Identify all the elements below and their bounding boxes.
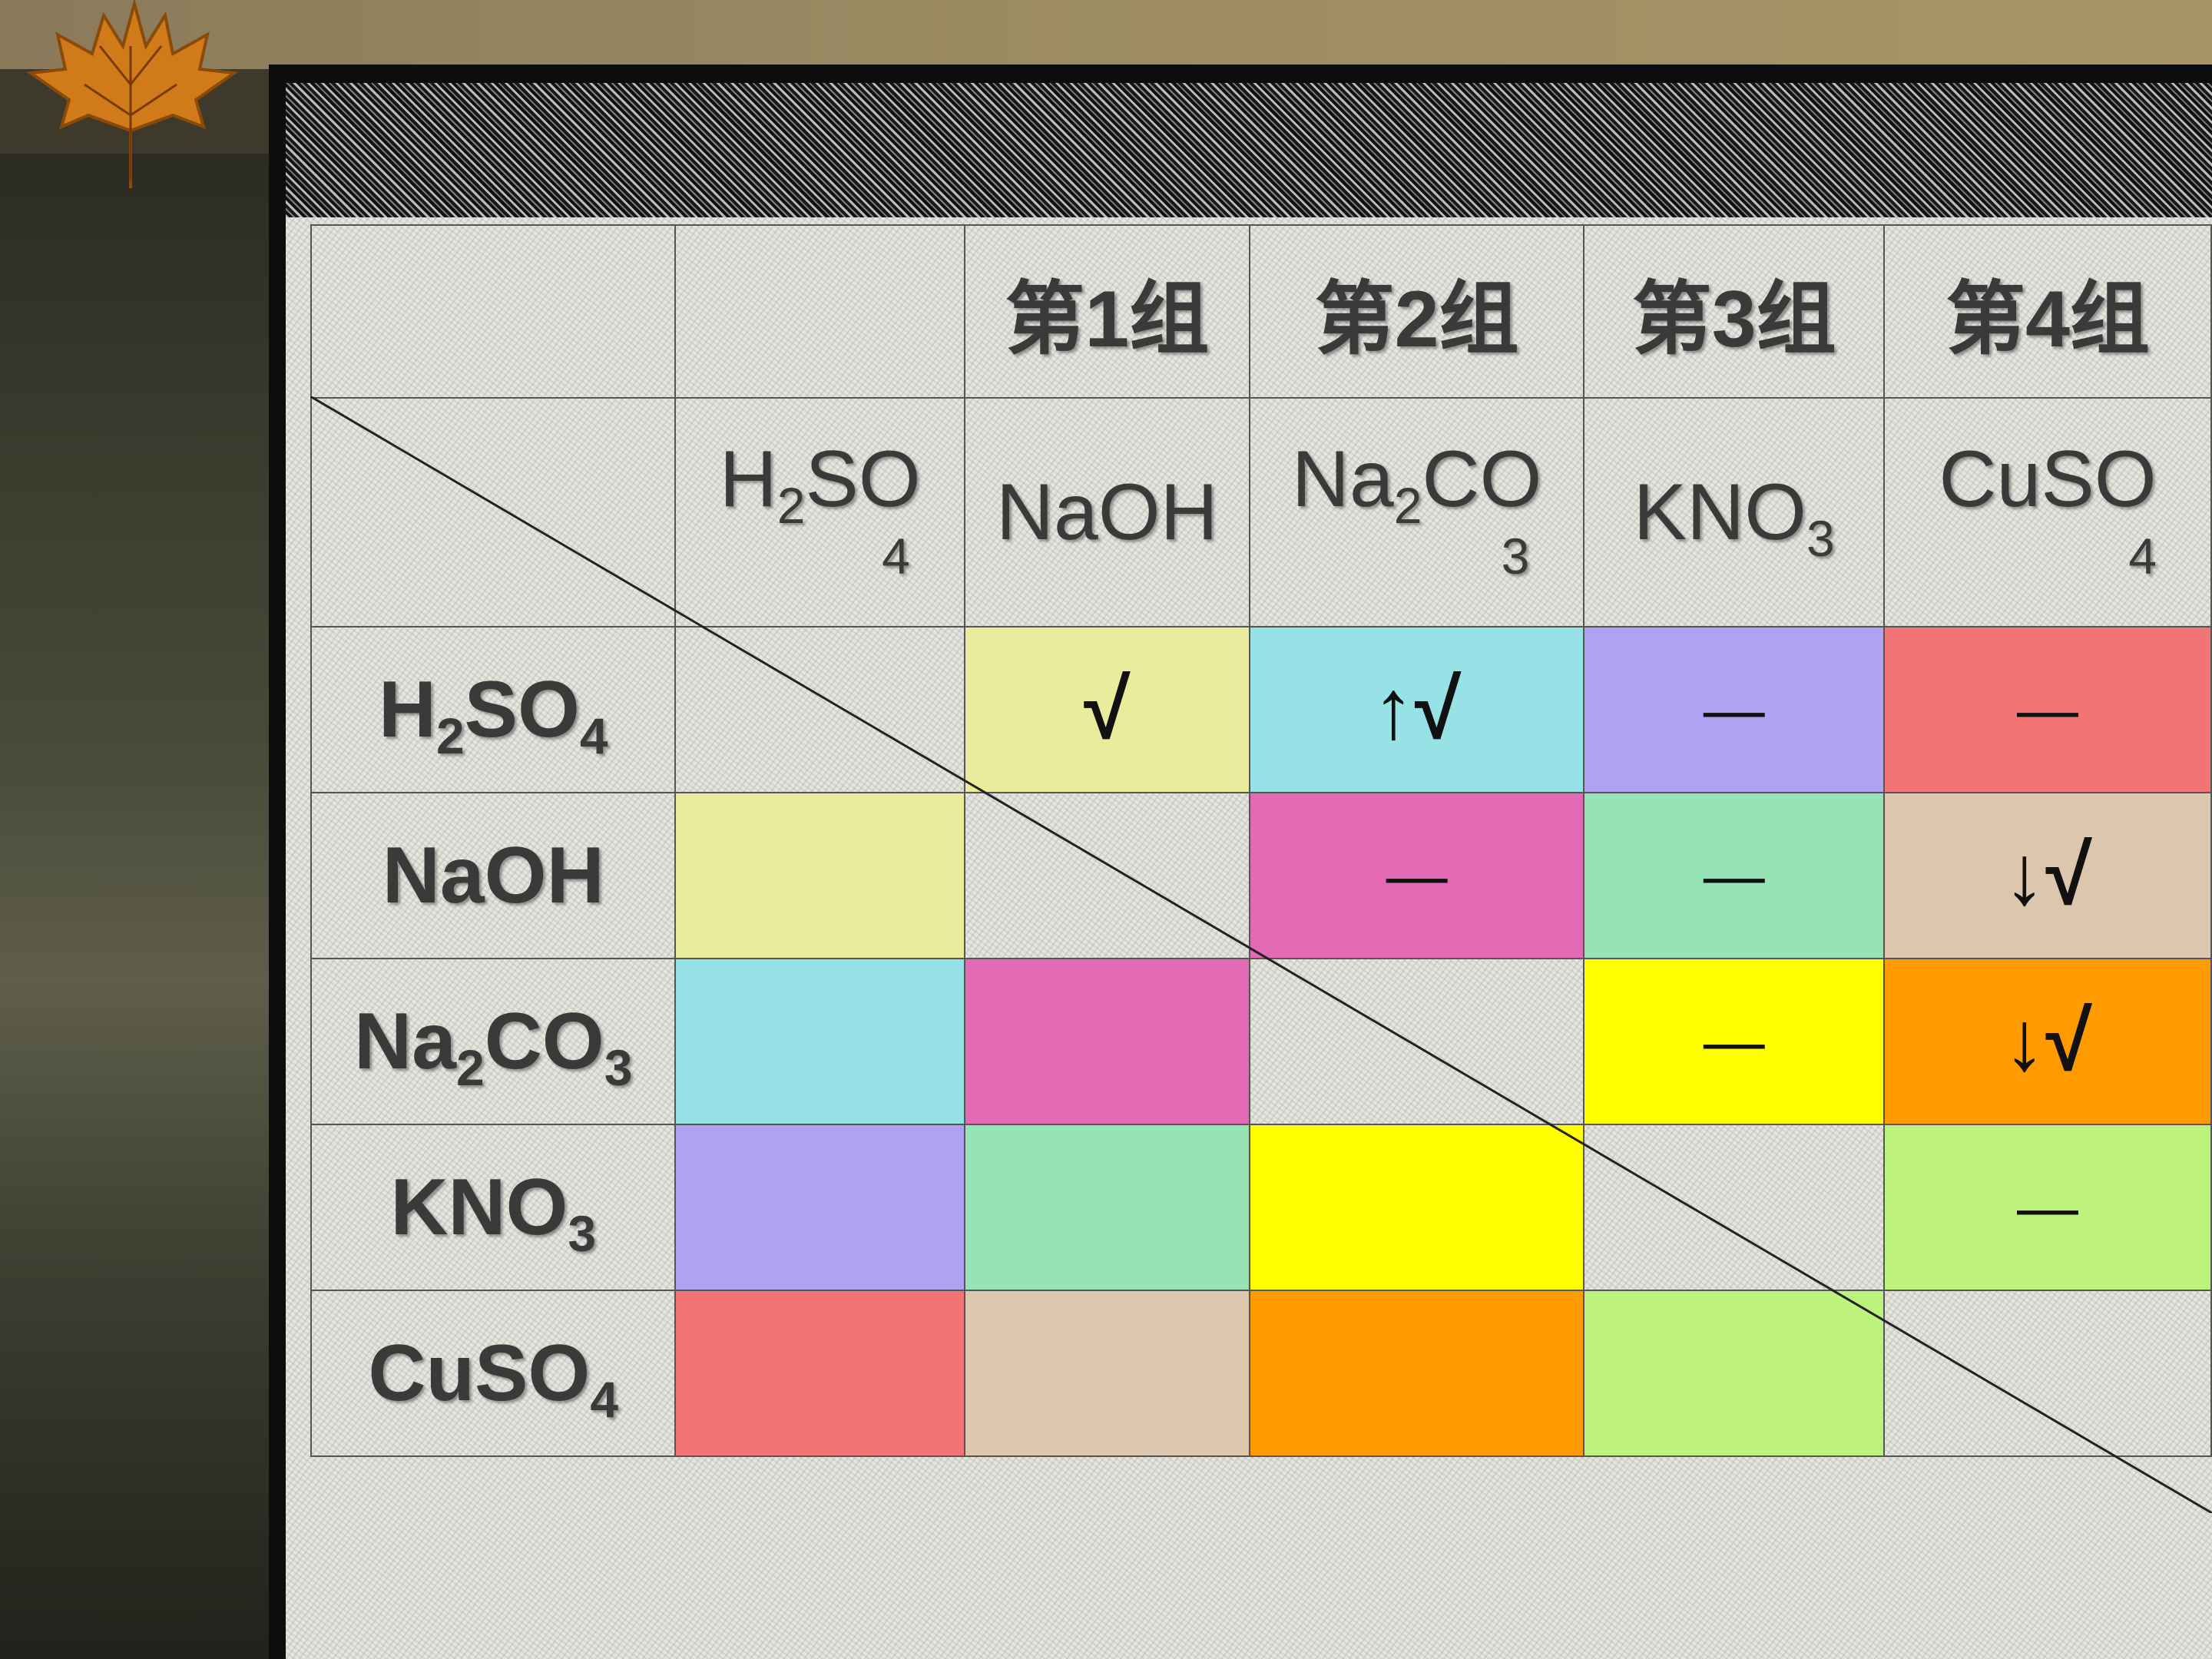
result-cell: —: [1583, 958, 1886, 1125]
left-panel: [0, 154, 269, 1659]
table-row: KNO3 —: [310, 1124, 2212, 1291]
result-cell: ↓√: [1883, 958, 2212, 1125]
table-row: CuSO4: [310, 1290, 2212, 1457]
col-header-cuso4: CuSO 4: [1883, 397, 2212, 628]
row-label: CuSO4: [310, 1290, 677, 1457]
col-header-h2so4: H2SO 4: [674, 397, 965, 628]
no-reaction-dash: —: [1703, 675, 1765, 743]
formula-header-row: H2SO 4 NaOH Na2CO 3 KNO3 CuSO 4: [310, 397, 2212, 628]
group-3-label: 第3组: [1583, 224, 1886, 399]
formula-text: CO: [484, 996, 604, 1086]
no-reaction-dash: —: [1703, 841, 1765, 909]
no-reaction-dash: —: [1386, 841, 1448, 909]
result-cell: ↑√: [1248, 626, 1585, 793]
diagonal-corner-cell: [310, 397, 677, 628]
row-label: H2SO4: [310, 626, 677, 793]
top-strip: [0, 0, 2212, 69]
reaction-check-mark: √: [1084, 662, 1131, 757]
result-cell: [1583, 1124, 1886, 1291]
reaction-table: 第1组 第2组 第3组 第4组 H2SO 4 NaOH Na2CO 3 KNO3…: [310, 224, 2212, 1457]
formula-subscript: 3: [604, 1038, 633, 1096]
result-cell: [1883, 1290, 2212, 1457]
formula-text: Na: [354, 996, 456, 1086]
result-cell: [1583, 1290, 1886, 1457]
result-cell: [674, 1290, 965, 1457]
formula-text: SO: [464, 664, 580, 754]
result-cell: —: [1883, 1124, 2212, 1291]
formula-text: CuSO: [368, 1328, 591, 1418]
table-row: H2SO4 √ ↑√ — —: [310, 626, 2212, 793]
result-cell: —: [1583, 626, 1886, 793]
result-cell: [963, 792, 1250, 959]
row-label: Na2CO3: [310, 958, 677, 1125]
result-cell: [674, 626, 965, 793]
group-header-row: 第1组 第2组 第3组 第4组: [310, 224, 2212, 399]
result-cell: [963, 958, 1250, 1125]
result-cell: —: [1583, 792, 1886, 959]
formula-subscript: 4: [590, 1370, 619, 1428]
result-cell: —: [1248, 792, 1585, 959]
row-label: NaOH: [310, 792, 677, 959]
col-header-kno3: KNO3: [1583, 397, 1886, 628]
result-cell: [1248, 1290, 1585, 1457]
col-header-naoh: NaOH: [963, 397, 1250, 628]
result-cell: [674, 1124, 965, 1291]
reaction-check-mark: ↑√: [1372, 662, 1462, 757]
result-cell: √: [963, 626, 1250, 793]
formula-text: NaOH: [382, 830, 604, 920]
reaction-check-mark: ↓√: [2003, 994, 2092, 1088]
formula-subscript: 2: [455, 1038, 485, 1096]
maple-leaf-icon: [26, 0, 239, 188]
formula-text: KNO: [390, 1162, 568, 1252]
group-4-label: 第4组: [1883, 224, 2212, 399]
corner-cell: [310, 224, 677, 399]
result-cell: —: [1883, 626, 2212, 793]
no-reaction-dash: —: [2017, 1173, 2078, 1241]
data-rows: H2SO4 √ ↑√ — — NaOH — — ↓√ Na2CO3— ↓√ KNO3— CuSO4: [310, 626, 2212, 1457]
result-cell: [1248, 1124, 1585, 1291]
reaction-check-mark: ↓√: [2003, 828, 2092, 922]
result-cell: [674, 792, 965, 959]
no-reaction-dash: —: [1703, 1007, 1765, 1075]
table-row: NaOH — — ↓√: [310, 792, 2212, 959]
col-header-na2co3: Na2CO 3: [1248, 397, 1585, 628]
result-cell: [963, 1124, 1250, 1291]
formula-subscript: 4: [579, 707, 608, 764]
group-1-label: 第1组: [963, 224, 1250, 399]
speckled-header-band: [286, 83, 2212, 217]
formula-subscript: 3: [568, 1204, 597, 1262]
result-cell: [1248, 958, 1585, 1125]
no-reaction-dash: —: [2017, 675, 2078, 743]
group-2-label: 第2组: [1248, 224, 1585, 399]
table-row: Na2CO3 — ↓√: [310, 958, 2212, 1125]
result-cell: [674, 958, 965, 1125]
result-cell: [963, 1290, 1250, 1457]
group-cell-blank: [674, 224, 965, 399]
result-cell: ↓√: [1883, 792, 2212, 959]
formula-subscript: 2: [435, 707, 465, 764]
row-label: KNO3: [310, 1124, 677, 1291]
formula-text: H: [378, 664, 436, 754]
